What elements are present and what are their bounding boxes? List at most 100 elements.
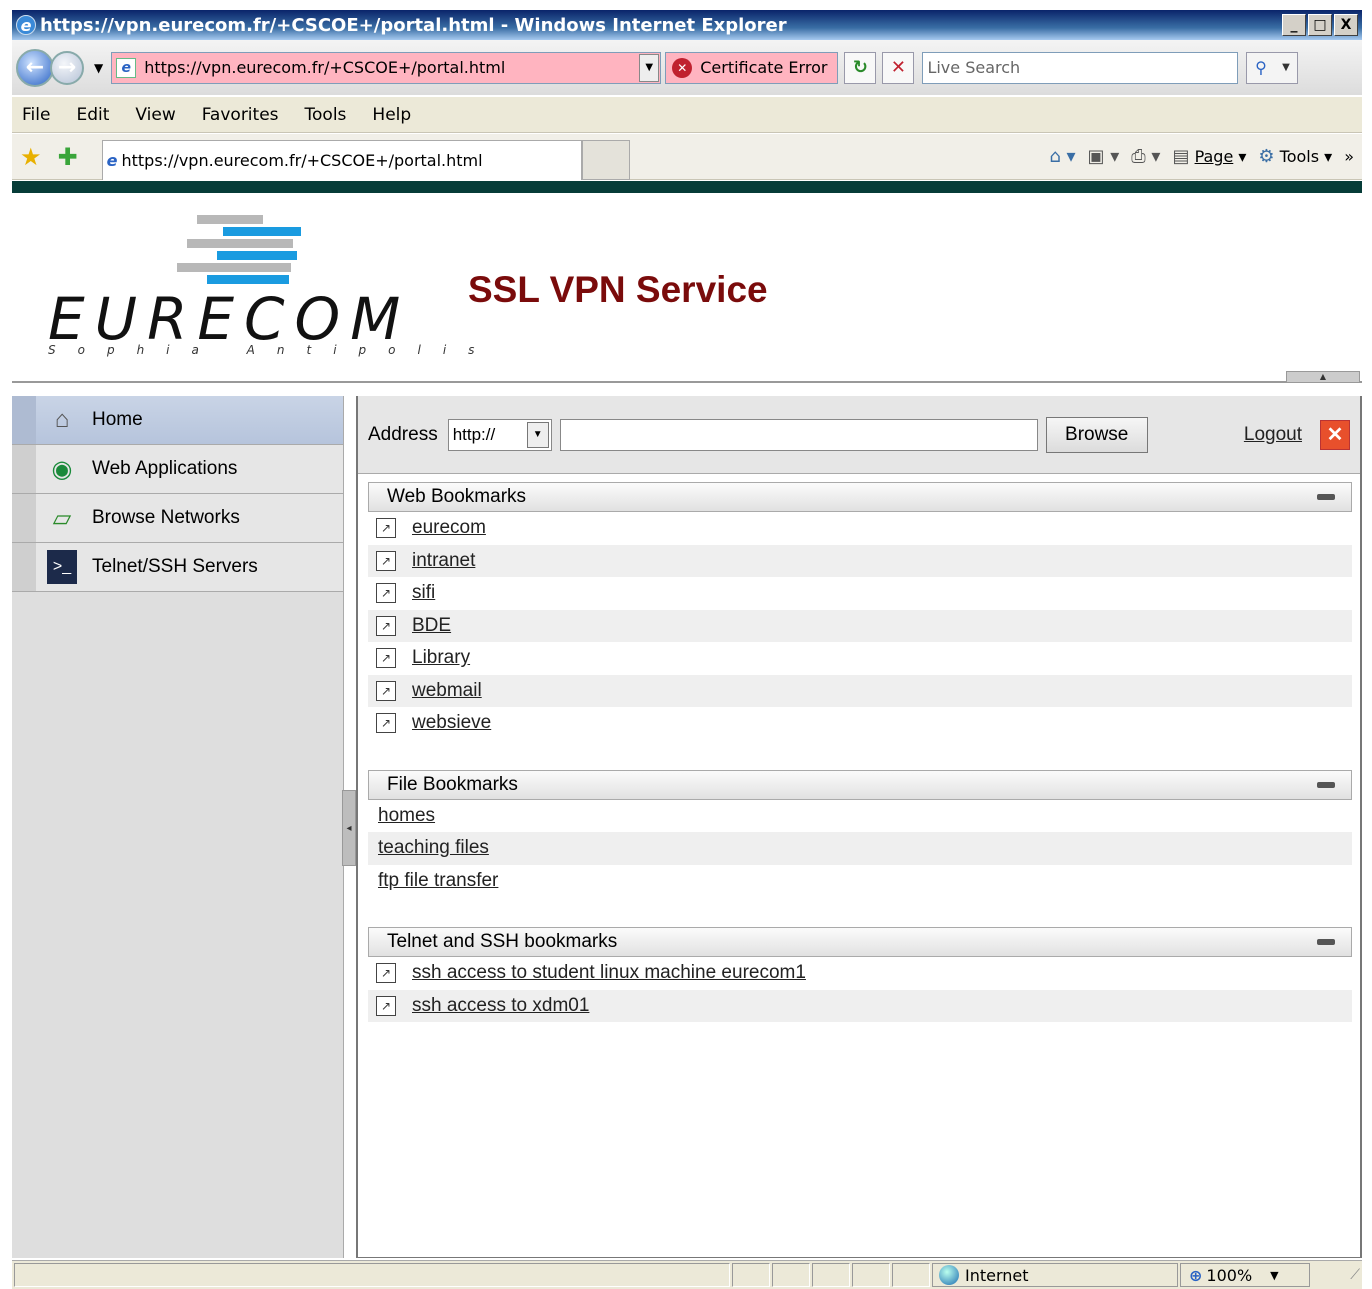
file-link-homes[interactable]: homes (378, 805, 435, 827)
collapse-header-button[interactable]: ▲ (1286, 371, 1360, 383)
forward-button[interactable]: → (50, 50, 84, 85)
section-header: File Bookmarks (368, 769, 1352, 800)
maximize-button[interactable]: □ (1308, 14, 1332, 36)
list-item: ↗ websieve (368, 707, 1352, 740)
home-icon[interactable]: ⌂ ▾ (1049, 146, 1075, 167)
section-title: File Bookmarks (387, 773, 518, 795)
page-menu-label: Page (1194, 147, 1234, 166)
menu-help[interactable]: Help (372, 105, 411, 125)
more-commands-icon[interactable]: » (1344, 147, 1354, 166)
browse-button[interactable]: Browse (1045, 416, 1148, 453)
status-cell (732, 1263, 770, 1287)
bookmark-link-eurecom[interactable]: eurecom (412, 517, 486, 539)
bookmark-link-webmail[interactable]: webmail (412, 680, 482, 702)
portal-header: EURECOM Sophia Antipolis SSL VPN Service… (12, 193, 1362, 383)
file-bookmarks-section: File Bookmarks homes teaching files ftp … (368, 769, 1352, 898)
back-button[interactable]: ← (16, 48, 54, 87)
address-dropdown-button[interactable]: ▼ (639, 53, 660, 82)
browse-networks-icon: ▱ (52, 504, 72, 532)
stop-button[interactable]: ✕ (882, 51, 915, 84)
list-item: ftp file transfer (368, 865, 1352, 898)
tools-menu[interactable]: ⚙ Tools ▾ (1258, 146, 1332, 167)
web-bookmarks-section: Web Bookmarks ↗ eurecom ↗ intranet ↗ sifi ↗… (368, 482, 1352, 740)
list-item: ↗ Library (368, 642, 1352, 675)
section-title: Telnet and SSH bookmarks (387, 931, 618, 952)
ssh-link-eurecom1[interactable]: ssh access to student linux machine eure… (412, 962, 806, 984)
external-link-icon: ↗ (376, 518, 396, 539)
section-header: Telnet and SSH bookmarks (368, 927, 1352, 957)
logout-link[interactable]: Logout (1244, 424, 1302, 446)
zoom-control[interactable]: ⊕ 100% ▼ (1180, 1263, 1310, 1287)
certificate-error-button[interactable]: ✕ Certificate Error (665, 51, 839, 84)
home-icon: ⌂ (54, 406, 70, 433)
url-input[interactable] (559, 418, 1038, 451)
favorites-star-icon[interactable]: ★ (20, 143, 42, 171)
print-icon[interactable]: ⎙ ▾ (1131, 146, 1160, 167)
bookmark-link-websieve[interactable]: websieve (412, 712, 491, 734)
header-strip (12, 181, 1362, 193)
sidebar-collapse-handle[interactable]: ◂ (342, 790, 356, 866)
address-bar[interactable]: e https://vpn.eurecom.fr/+CSCOE+/portal.… (111, 51, 662, 84)
minimize-section-icon[interactable] (1317, 494, 1335, 500)
external-link-icon: ↗ (376, 648, 396, 669)
ssh-link-xdm01[interactable]: ssh access to xdm01 (412, 995, 589, 1017)
file-link-teaching-files[interactable]: teaching files (378, 837, 489, 859)
logout-icon[interactable]: ✕ (1320, 419, 1350, 450)
page-menu[interactable]: ▤ Page ▾ (1172, 146, 1246, 167)
sidebar-item-telnet-ssh[interactable]: >_ Telnet/SSH Servers (12, 543, 343, 592)
page-icon: e (116, 57, 137, 78)
list-item: ↗ BDE (368, 609, 1352, 642)
menu-edit[interactable]: Edit (76, 105, 109, 125)
window-title-bar: e https://vpn.eurecom.fr/+CSCOE+/portal.… (12, 10, 1362, 40)
zoom-icon: ⊕ (1189, 1265, 1203, 1285)
external-link-icon: ↗ (376, 963, 396, 984)
status-cell (772, 1263, 810, 1287)
zoom-level: 100% (1206, 1265, 1253, 1285)
zone-label: Internet (965, 1265, 1029, 1285)
sidebar-item-browse-networks[interactable]: ▱ Browse Networks (12, 494, 343, 543)
new-tab-button[interactable] (581, 139, 630, 180)
security-zone[interactable]: Internet (932, 1263, 1178, 1287)
section-header: Web Bookmarks (368, 482, 1352, 512)
bookmark-link-bde[interactable]: BDE (412, 615, 451, 637)
sidebar-item-label: Telnet/SSH Servers (92, 556, 258, 577)
menu-tools[interactable]: Tools (305, 105, 347, 125)
menu-view[interactable]: View (135, 105, 175, 125)
protocol-select[interactable]: http:// ▼ (447, 418, 552, 451)
web-applications-icon: ◉ (51, 455, 73, 483)
add-favorites-icon[interactable]: ✚ (58, 143, 78, 171)
minimize-section-icon[interactable] (1317, 939, 1335, 945)
file-link-ftp-transfer[interactable]: ftp file transfer (378, 870, 498, 892)
resize-grip-icon[interactable]: ⟋ (1350, 1267, 1360, 1283)
bookmark-link-library[interactable]: Library (412, 647, 470, 669)
menu-file[interactable]: File (22, 105, 50, 125)
list-item: ↗ webmail (368, 674, 1352, 707)
search-button[interactable]: ⚲ ▼ (1246, 51, 1299, 84)
close-window-button[interactable]: X (1334, 14, 1358, 36)
recent-pages-dropdown[interactable]: ▼ (94, 61, 103, 75)
list-item: ↗ eurecom (368, 512, 1352, 545)
globe-icon (939, 1265, 959, 1285)
external-link-icon: ↗ (376, 550, 396, 571)
bookmark-link-sifi[interactable]: sifi (412, 582, 435, 604)
refresh-button[interactable]: ↻ (844, 51, 877, 84)
certificate-error-icon: ✕ (672, 57, 693, 78)
tools-menu-label: Tools (1279, 147, 1320, 166)
bookmark-link-intranet[interactable]: intranet (412, 550, 475, 572)
sidebar-item-web-applications[interactable]: ◉ Web Applications (12, 445, 343, 494)
search-input[interactable]: Live Search (922, 51, 1239, 84)
sidebar-item-home[interactable]: ⌂ Home (12, 396, 343, 445)
external-link-icon: ↗ (376, 680, 396, 701)
browser-tab[interactable]: e https://vpn.eurecom.fr/+CSCOE+/portal.… (101, 139, 582, 180)
minimize-section-icon[interactable] (1317, 781, 1335, 788)
chevron-down-icon: ▼ (1270, 1268, 1279, 1282)
address-text[interactable]: https://vpn.eurecom.fr/+CSCOE+/portal.ht… (144, 58, 639, 77)
bookmark-list: ↗ eurecom ↗ intranet ↗ sifi ↗ BDE ↗ Library ↗… (368, 512, 1352, 740)
menu-favorites[interactable]: Favorites (202, 105, 279, 125)
main-panel: Address http:// ▼ Browse Logout ✕ Web Bo… (356, 396, 1362, 1258)
minimize-button[interactable]: _ (1282, 14, 1306, 36)
feeds-icon[interactable]: ▣ ▾ (1088, 146, 1120, 167)
tab-ie-icon: e (106, 150, 118, 170)
list-item: ↗ sifi (368, 577, 1352, 610)
sidebar-item-label: Web Applications (92, 458, 238, 479)
